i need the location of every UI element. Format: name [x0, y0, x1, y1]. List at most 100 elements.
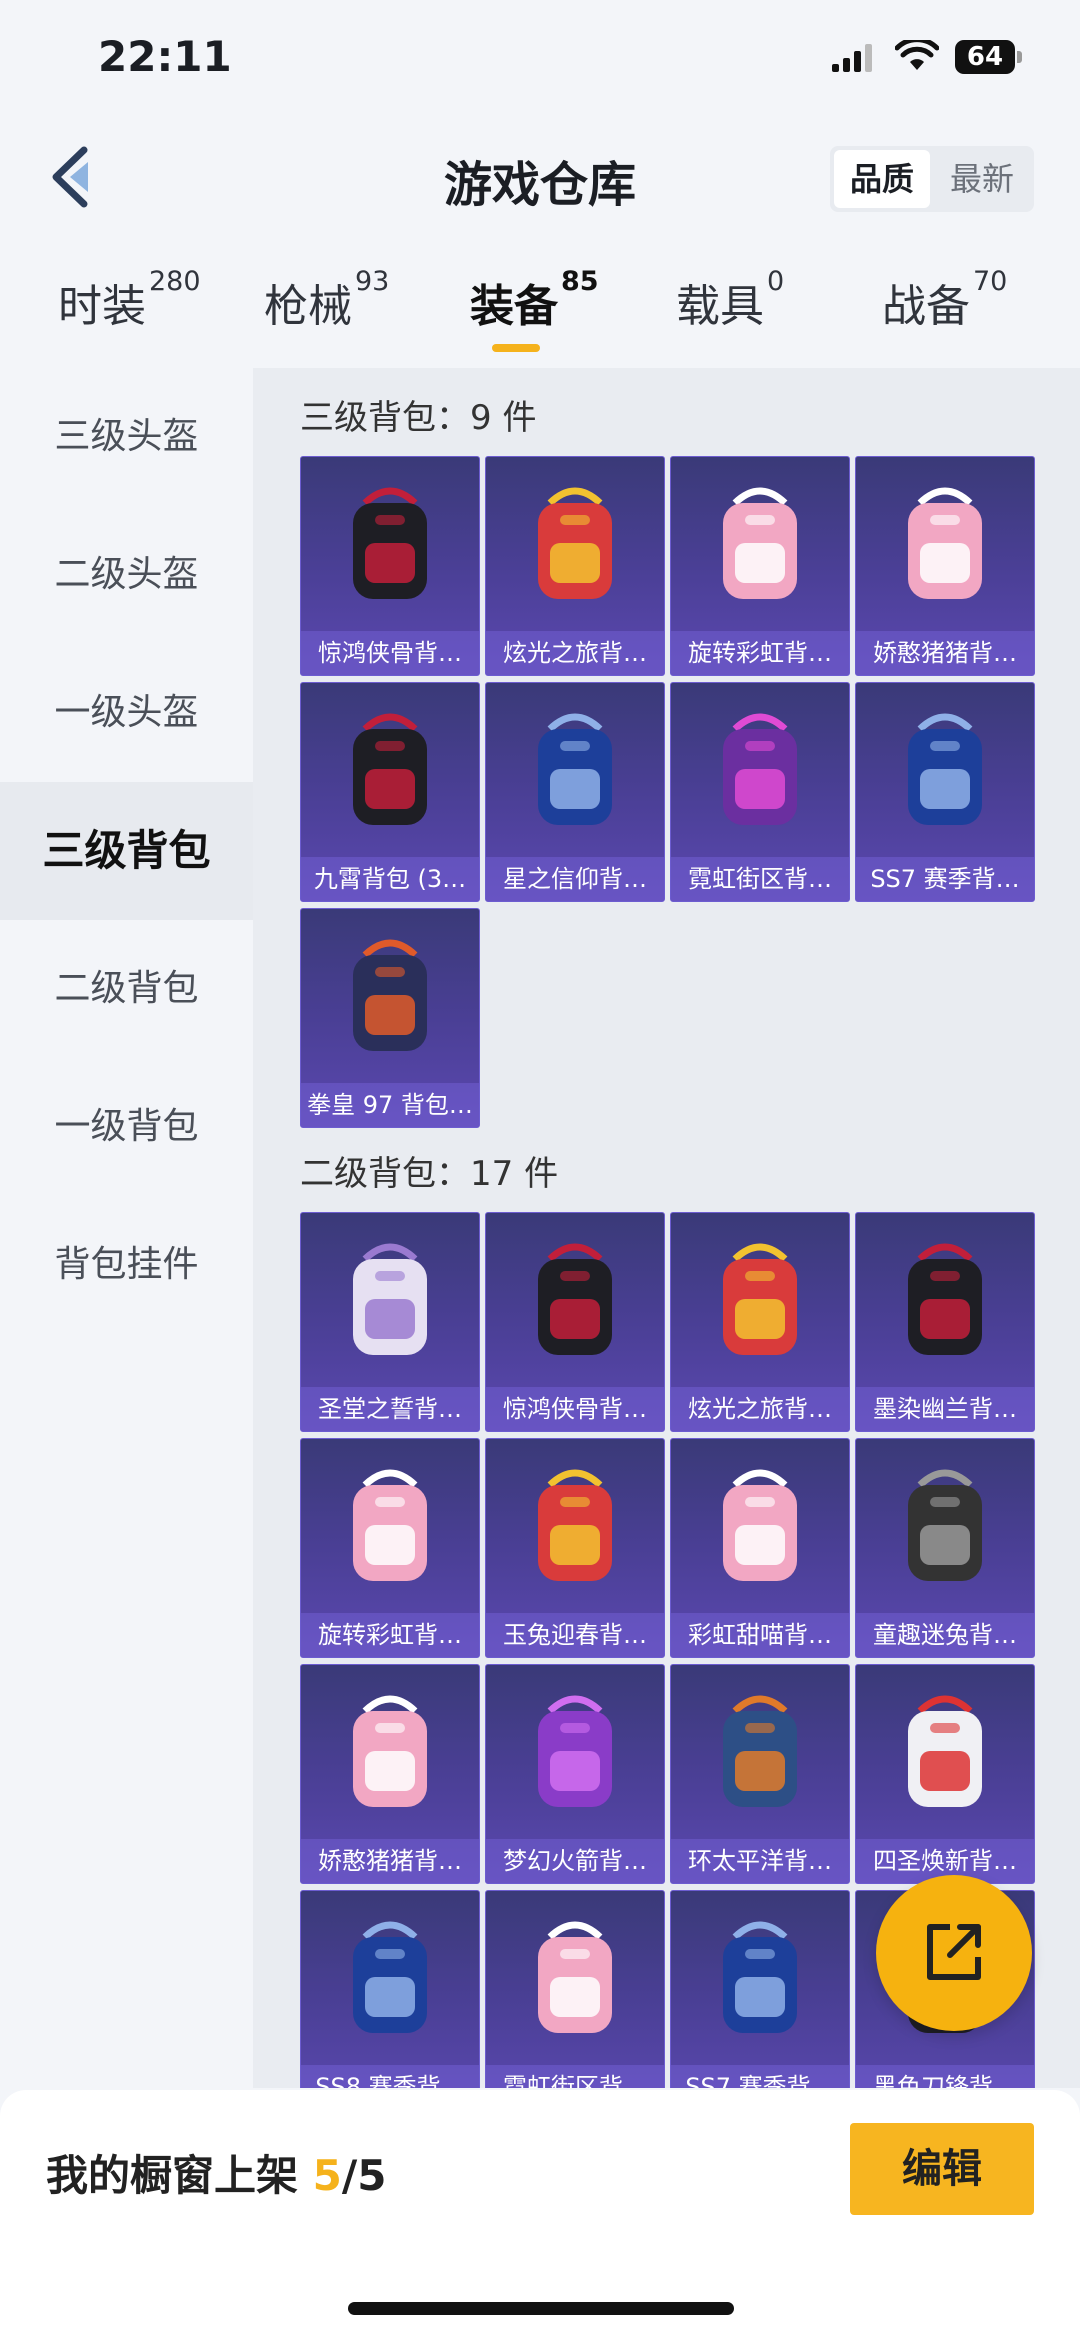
item-card-label: 惊鸿侠骨背… — [486, 1387, 664, 1431]
tab-supplies[interactable]: 战备 70 — [882, 266, 1007, 350]
tab-fashion[interactable]: 时装 280 — [58, 266, 201, 350]
backpack-pink-cake-icon — [353, 1469, 427, 1581]
backpack-kof97-icon — [353, 939, 427, 1051]
item-card-label: 霓虹街区背… — [671, 857, 849, 901]
item-card[interactable]: 彩虹甜喵背… — [670, 1438, 850, 1658]
home-indicator — [348, 2302, 734, 2315]
item-card-label: 娇憨猪猪背… — [856, 631, 1034, 675]
backpack-black-floral-icon — [908, 1243, 982, 1355]
share-button[interactable] — [876, 1875, 1032, 2031]
wifi-icon — [895, 40, 939, 70]
category-tabs: 时装 280 枪械 93 装备 85 载具 0 战备 70 — [0, 266, 1080, 360]
item-card[interactable]: 圣堂之誓背… — [300, 1212, 480, 1432]
item-card-label: 环太平洋背… — [671, 1839, 849, 1883]
backpack-heart-icon — [353, 1243, 427, 1355]
backpack-grey-blue-icon — [353, 1921, 427, 2033]
sidebar-item-level2-helmet[interactable]: 二级头盔 — [0, 506, 253, 644]
backpack-black-red-icon — [538, 1243, 612, 1355]
backpack-blue-star-icon — [538, 713, 612, 825]
item-card[interactable]: SS8 赛季背… — [300, 1890, 480, 2088]
item-card-label: SS8 赛季背… — [301, 2065, 479, 2088]
item-card[interactable]: 九霄背包 (3… — [300, 682, 480, 902]
item-card-label: 旋转彩虹背… — [671, 631, 849, 675]
item-card-label: 拳皇 97 背包… — [301, 1083, 479, 1127]
item-card-label: 星之信仰背… — [486, 857, 664, 901]
item-card-label: 炫光之旅背… — [486, 631, 664, 675]
item-card[interactable]: 惊鸿侠骨背… — [485, 1212, 665, 1432]
item-card-label: 梦幻火箭背… — [486, 1839, 664, 1883]
backpack-mech-icon — [723, 1695, 797, 1807]
item-card-label: 墨染幽兰背… — [856, 1387, 1034, 1431]
item-card[interactable]: 墨染幽兰背… — [855, 1212, 1035, 1432]
item-content: 三级背包：9 件 惊鸿侠骨背… 炫光之旅背… 旋转彩虹背… 娇憨猪猪背… 九霄背包 (3… — [253, 368, 1080, 2088]
backpack-blue-season-icon — [723, 1921, 797, 2033]
item-card-label: 娇憨猪猪背… — [301, 1839, 479, 1883]
backpack-bunny-icon — [908, 1469, 982, 1581]
tab-vehicles[interactable]: 载具 0 — [676, 266, 784, 350]
backpack-gold-black-icon — [353, 713, 427, 825]
item-card[interactable]: 霓虹街区背… — [670, 682, 850, 902]
item-card-label: SS7 赛季背… — [671, 2065, 849, 2088]
sidebar-item-level1-backpack[interactable]: 一级背包 — [0, 1058, 253, 1196]
item-card[interactable]: 童趣迷兔背… — [855, 1438, 1035, 1658]
item-card[interactable]: 娇憨猪猪背… — [855, 456, 1035, 676]
item-card-label: 黑色刀锋背… — [856, 2065, 1034, 2088]
item-card[interactable]: 惊鸿侠骨背… — [300, 456, 480, 676]
item-card[interactable]: 炫光之旅背… — [670, 1212, 850, 1432]
edit-button[interactable]: 编辑 — [850, 2123, 1034, 2215]
item-card-label: 旋转彩虹背… — [301, 1613, 479, 1657]
active-tab-indicator — [492, 344, 540, 352]
item-card[interactable]: 拳皇 97 背包… — [300, 908, 480, 1128]
section-title-level2: 二级背包：17 件 — [300, 1154, 559, 1194]
item-card-label: 霓虹街区背… — [486, 2065, 664, 2088]
backpack-pink-cat-icon — [723, 1469, 797, 1581]
backpack-red-monster-icon — [723, 1243, 797, 1355]
sidebar-item-level2-backpack[interactable]: 二级背包 — [0, 920, 253, 1058]
sidebar-item-level3-helmet[interactable]: 三级头盔 — [0, 368, 253, 506]
sort-newest-button[interactable]: 最新 — [934, 150, 1030, 208]
sort-toggle: 品质 最新 — [830, 146, 1034, 212]
item-card[interactable]: 炫光之旅背… — [485, 456, 665, 676]
item-card-label: 九霄背包 (3… — [301, 857, 479, 901]
section-title-level3: 三级背包：9 件 — [300, 398, 537, 438]
item-card-label: SS7 赛季背… — [856, 857, 1034, 901]
sidebar-item-backpack-charm[interactable]: 背包挂件 — [0, 1196, 253, 1334]
cellular-signal-icon — [832, 44, 872, 72]
backpack-neon-purple-icon — [723, 713, 797, 825]
share-icon — [927, 1924, 981, 1980]
item-card[interactable]: 霓虹街区背… — [485, 1890, 665, 2088]
showcase-count: 我的橱窗上架 5/5 — [46, 2151, 387, 2200]
item-card-label: 彩虹甜喵背… — [671, 1613, 849, 1657]
backpack-pink-pig-icon — [908, 487, 982, 599]
item-card[interactable]: SS7 赛季背… — [855, 682, 1035, 902]
tab-equipment[interactable]: 装备 85 — [470, 266, 599, 350]
item-card[interactable]: 旋转彩虹背… — [300, 1438, 480, 1658]
backpack-white-orb-icon — [908, 1695, 982, 1807]
item-card-label: 惊鸿侠骨背… — [301, 631, 479, 675]
backpack-pink-cake-icon — [723, 487, 797, 599]
status-bar: 22:11 64 — [0, 0, 1080, 120]
backpack-blue-season-icon — [908, 713, 982, 825]
battery-level: 64 — [955, 40, 1015, 74]
item-card[interactable]: 环太平洋背… — [670, 1664, 850, 1884]
sidebar-item-level1-helmet[interactable]: 一级头盔 — [0, 644, 253, 782]
backpack-red-monster-icon — [538, 487, 612, 599]
backpack-neon-pink-icon — [538, 1921, 612, 2033]
item-card-label: 圣堂之誓背… — [301, 1387, 479, 1431]
sort-quality-button[interactable]: 品质 — [834, 150, 930, 208]
sidebar-item-level3-backpack[interactable]: 三级背包 — [0, 782, 253, 920]
battery-icon: 64 — [955, 40, 1023, 76]
item-card-label: 玉兔迎春背… — [486, 1613, 664, 1657]
item-card[interactable]: SS7 赛季背… — [670, 1890, 850, 2088]
item-card[interactable]: 梦幻火箭背… — [485, 1664, 665, 1884]
item-card[interactable]: 旋转彩虹背… — [670, 456, 850, 676]
item-card[interactable]: 玉兔迎春背… — [485, 1438, 665, 1658]
tab-firearms[interactable]: 枪械 93 — [264, 266, 389, 350]
status-time: 22:11 — [98, 32, 232, 81]
backpack-pink-pig-icon — [353, 1695, 427, 1807]
backpack-black-red-icon — [353, 487, 427, 599]
item-card[interactable]: 四圣焕新背… — [855, 1664, 1035, 1884]
item-card-label: 炫光之旅背… — [671, 1387, 849, 1431]
item-card[interactable]: 星之信仰背… — [485, 682, 665, 902]
item-card[interactable]: 娇憨猪猪背… — [300, 1664, 480, 1884]
